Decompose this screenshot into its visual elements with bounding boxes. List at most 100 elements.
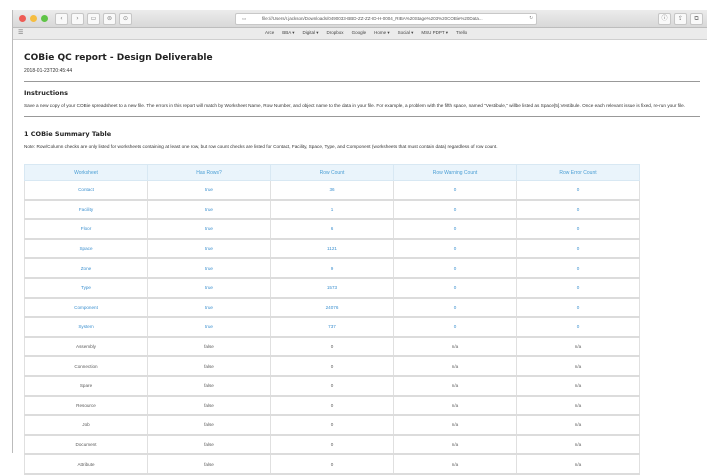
has-rows-cell: true: [147, 180, 271, 201]
row-error-count-cell: 0: [516, 277, 640, 299]
report-date: 2018-01-23T20:45:44: [24, 68, 73, 74]
bookmark-item[interactable]: MSU PDPT ▾: [421, 30, 448, 36]
row-error-count-cell: 0: [516, 317, 640, 338]
divider: [24, 81, 700, 82]
column-header-row-error-count[interactable]: Row Error Count: [516, 164, 640, 181]
address-bar[interactable]: ▭ file:///Users/r.jackson/Downloads/0490…: [235, 13, 537, 25]
worksheet-cell: Job: [24, 415, 148, 436]
instructions-heading: Instructions: [24, 89, 69, 97]
page-icon: ▭: [242, 16, 247, 21]
worksheet-cell: Attribute: [24, 454, 148, 475]
row-warning-count-cell: 0: [393, 199, 517, 221]
info-icon[interactable]: ⓘ: [658, 13, 671, 25]
worksheet-cell: Space: [24, 238, 148, 260]
table-row: Contact true 36 0 0: [24, 180, 640, 201]
worksheet-cell: Contact: [24, 180, 148, 201]
bookmark-item[interactable]: BBA ▾: [282, 30, 294, 36]
bookmark-item[interactable]: Social ▾: [398, 30, 414, 36]
row-warning-count-cell: n/a: [393, 454, 517, 475]
bookmark-item[interactable]: Trello: [456, 30, 467, 36]
row-count-cell: 36: [270, 180, 394, 201]
has-rows-cell: false: [147, 375, 271, 397]
bookmark-item[interactable]: Arce: [265, 30, 274, 36]
row-warning-count-cell: 0: [393, 219, 517, 240]
row-warning-count-cell: n/a: [393, 356, 517, 377]
instructions-text: Save a new copy of your COBie spreadshee…: [24, 103, 686, 108]
row-count-cell: 0: [270, 415, 394, 436]
reload-icon[interactable]: ↻: [529, 14, 533, 24]
row-error-count-cell: 0: [516, 180, 640, 201]
share-button-icon[interactable]: ⇪: [674, 13, 687, 25]
page-title: COBie QC report - Design Deliverable: [24, 53, 213, 63]
row-warning-count-cell: 0: [393, 277, 517, 299]
close-window-button[interactable]: [19, 15, 26, 22]
minimize-window-button[interactable]: [30, 15, 37, 22]
table-row: Job false 0 n/a n/a: [24, 415, 640, 436]
row-count-cell: 0: [270, 356, 394, 377]
column-header-row-warning-count[interactable]: Row Warning Count: [393, 164, 517, 181]
has-rows-cell: true: [147, 219, 271, 240]
has-rows-cell: false: [147, 415, 271, 436]
worksheet-cell: Resource: [24, 395, 148, 417]
table-row: Floor true 6 0 0: [24, 219, 640, 240]
bookmarks-bar: ☰ Arce BBA ▾ Digital ▾ Dropbox Google Home ▾ S…: [13, 28, 707, 40]
bookmark-item[interactable]: Google: [352, 30, 367, 36]
row-error-count-cell: n/a: [516, 375, 640, 397]
row-error-count-cell: 0: [516, 199, 640, 221]
worksheet-cell: Type: [24, 277, 148, 299]
row-warning-count-cell: 0: [393, 317, 517, 338]
worksheet-cell: Assembly: [24, 336, 148, 358]
row-count-cell: 1121: [270, 238, 394, 260]
has-rows-cell: true: [147, 238, 271, 260]
row-count-cell: 24076: [270, 297, 394, 319]
bookmark-item[interactable]: Digital ▾: [303, 30, 319, 36]
row-error-count-cell: n/a: [516, 454, 640, 475]
row-warning-count-cell: n/a: [393, 336, 517, 358]
share-icon[interactable]: ⊜: [103, 13, 116, 25]
row-count-cell: 0: [270, 454, 394, 475]
row-warning-count-cell: n/a: [393, 434, 517, 456]
back-button[interactable]: ‹: [55, 13, 68, 25]
divider: [24, 116, 700, 117]
worksheet-cell: System: [24, 317, 148, 338]
table-row: Facility true 1 0 0: [24, 199, 640, 221]
row-count-cell: 1573: [270, 277, 394, 299]
table-row: Type true 1573 0 0: [24, 277, 640, 299]
row-error-count-cell: n/a: [516, 336, 640, 358]
worksheet-cell: Facility: [24, 199, 148, 221]
column-header-worksheet[interactable]: Worksheet: [24, 164, 148, 181]
table-header-row: Worksheet Has Rows? Row Count Row Warnin…: [24, 164, 640, 181]
column-header-row-count[interactable]: Row Count: [270, 164, 394, 181]
table-row: System true 737 0 0: [24, 317, 640, 338]
row-count-cell: 9: [270, 258, 394, 279]
browser-window: ‹ › ▭ ⊜ ⊙ ▭ file:///Users/r.jackson/Down…: [12, 10, 707, 475]
row-error-count-cell: 0: [516, 258, 640, 279]
row-count-cell: 0: [270, 395, 394, 417]
row-error-count-cell: n/a: [516, 434, 640, 456]
bookmark-item[interactable]: Home ▾: [374, 30, 390, 36]
row-error-count-cell: 0: [516, 297, 640, 319]
report-page: COBie QC report - Design Deliverable 201…: [13, 53, 707, 475]
menu-icon[interactable]: ☰: [18, 29, 23, 36]
reader-icon[interactable]: ⊙: [119, 13, 132, 25]
row-warning-count-cell: 0: [393, 297, 517, 319]
column-header-has-rows[interactable]: Has Rows?: [147, 164, 271, 181]
row-warning-count-cell: 0: [393, 180, 517, 201]
worksheet-cell: Document: [24, 434, 148, 456]
row-warning-count-cell: n/a: [393, 395, 517, 417]
address-url[interactable]: file:///Users/r.jackson/Downloads/049003…: [262, 14, 522, 24]
row-error-count-cell: n/a: [516, 356, 640, 377]
tabs-icon[interactable]: ⧉: [690, 13, 703, 25]
row-error-count-cell: 0: [516, 219, 640, 240]
summary-table: Worksheet Has Rows? Row Count Row Warnin…: [24, 164, 640, 475]
has-rows-cell: true: [147, 199, 271, 221]
row-warning-count-cell: n/a: [393, 415, 517, 436]
bookmark-item[interactable]: Dropbox: [327, 30, 344, 36]
row-error-count-cell: 0: [516, 238, 640, 260]
sidebar-icon[interactable]: ▭: [87, 13, 100, 25]
table-row: Space true 1121 0 0: [24, 238, 640, 260]
forward-button[interactable]: ›: [71, 13, 84, 25]
zoom-window-button[interactable]: [41, 15, 48, 22]
worksheet-cell: Floor: [24, 219, 148, 240]
row-count-cell: 6: [270, 219, 394, 240]
